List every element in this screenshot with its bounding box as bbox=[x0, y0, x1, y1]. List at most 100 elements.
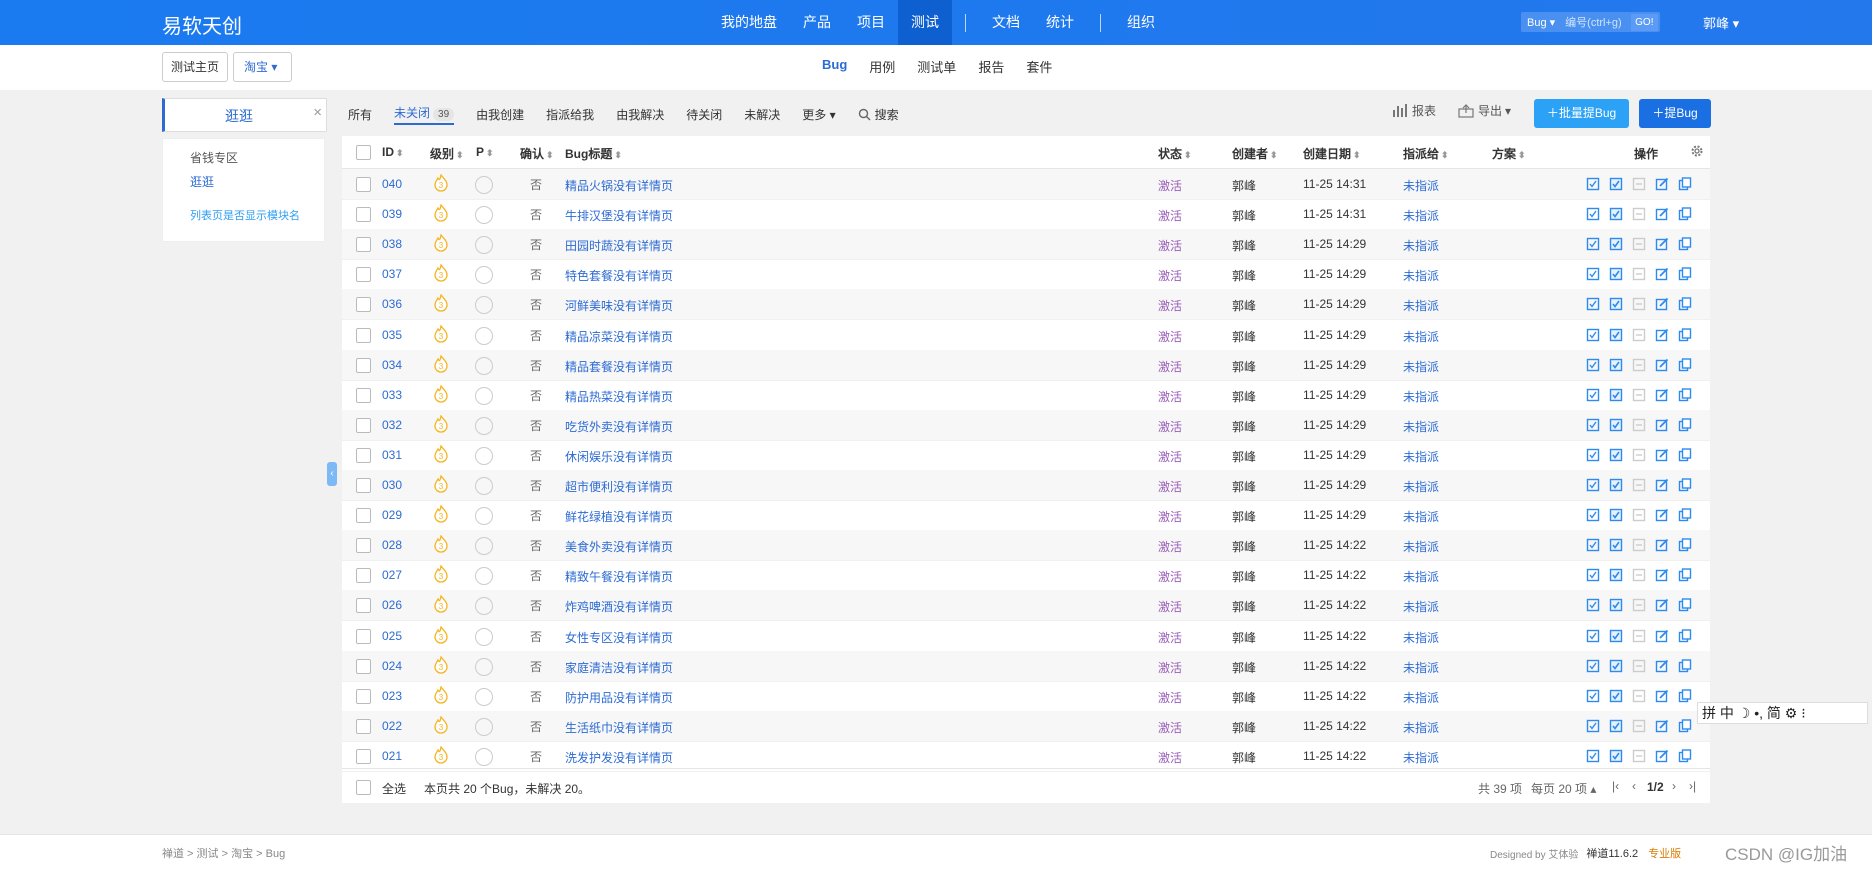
edit-icon[interactable] bbox=[1655, 598, 1669, 612]
confirm-icon[interactable] bbox=[1586, 388, 1600, 402]
bug-id-link[interactable]: 040 bbox=[382, 177, 402, 191]
close-bug-icon[interactable] bbox=[1632, 719, 1646, 733]
assign-to-link[interactable]: 未指派 bbox=[1403, 237, 1439, 254]
bottom-breadcrumb[interactable]: 禅道 > 测试 > 淘宝 > Bug bbox=[162, 845, 285, 861]
assign-to-link[interactable]: 未指派 bbox=[1403, 358, 1439, 375]
designed-by[interactable]: Designed by 艾体验 bbox=[1490, 846, 1578, 861]
confirm-icon[interactable] bbox=[1586, 629, 1600, 643]
col-resolution[interactable]: 方案 ⬍ bbox=[1492, 145, 1526, 162]
close-bug-icon[interactable] bbox=[1632, 328, 1646, 342]
copy-icon[interactable] bbox=[1678, 598, 1692, 612]
close-bug-icon[interactable] bbox=[1632, 418, 1646, 432]
search-button[interactable]: 搜索 bbox=[858, 106, 899, 123]
resolve-icon[interactable] bbox=[1609, 689, 1623, 703]
nav-item-5[interactable]: 统计 bbox=[1033, 0, 1087, 45]
row-checkbox[interactable] bbox=[356, 658, 371, 674]
edit-icon[interactable] bbox=[1655, 659, 1669, 673]
bug-title-link[interactable]: 女性专区没有详情页 bbox=[565, 629, 673, 646]
assign-to-link[interactable]: 未指派 bbox=[1403, 689, 1439, 706]
bug-title-link[interactable]: 防护用品没有详情页 bbox=[565, 689, 673, 706]
breadcrumb-test-home[interactable]: 测试主页 bbox=[162, 52, 229, 82]
copy-icon[interactable] bbox=[1678, 478, 1692, 492]
copy-icon[interactable] bbox=[1678, 297, 1692, 311]
col-severity[interactable]: 级别 ⬍ bbox=[430, 145, 464, 162]
copy-icon[interactable] bbox=[1678, 387, 1692, 402]
bug-id-link[interactable]: 038 bbox=[382, 237, 402, 251]
copy-icon[interactable] bbox=[1678, 327, 1692, 342]
edit-icon[interactable] bbox=[1655, 478, 1669, 492]
resolve-icon[interactable] bbox=[1609, 418, 1623, 432]
close-bug-icon[interactable] bbox=[1632, 207, 1646, 221]
close-bug-icon[interactable] bbox=[1632, 388, 1646, 402]
resolve-icon[interactable] bbox=[1609, 478, 1623, 492]
col-confirm[interactable]: 确认 ⬍ bbox=[520, 145, 554, 162]
copy-icon[interactable] bbox=[1678, 508, 1692, 522]
edit-icon[interactable] bbox=[1655, 418, 1669, 432]
brand-logo[interactable]: 易软天创 bbox=[162, 10, 242, 39]
edit-icon[interactable] bbox=[1655, 538, 1669, 552]
row-checkbox[interactable] bbox=[356, 387, 371, 403]
row-checkbox[interactable] bbox=[356, 267, 371, 283]
bug-title-link[interactable]: 吃货外卖没有详情页 bbox=[565, 418, 673, 435]
close-bug-icon[interactable] bbox=[1632, 237, 1646, 251]
resolve-icon[interactable] bbox=[1609, 538, 1623, 552]
resolve-icon[interactable] bbox=[1609, 598, 1623, 612]
copy-icon[interactable] bbox=[1678, 719, 1692, 733]
bug-title-link[interactable]: 洗发护发没有详情页 bbox=[565, 749, 673, 766]
bug-title-link[interactable]: 田园时蔬没有详情页 bbox=[565, 237, 673, 254]
edit-icon[interactable] bbox=[1655, 177, 1669, 191]
copy-icon[interactable] bbox=[1678, 568, 1692, 582]
edit-icon[interactable] bbox=[1655, 508, 1669, 522]
row-checkbox[interactable] bbox=[356, 327, 371, 343]
bug-title-link[interactable]: 精品热菜没有详情页 bbox=[565, 388, 673, 405]
next-page-icon[interactable]: › bbox=[1672, 779, 1676, 793]
assign-to-link[interactable]: 未指派 bbox=[1403, 328, 1439, 345]
confirm-icon[interactable] bbox=[1586, 328, 1600, 342]
row-checkbox[interactable] bbox=[356, 417, 371, 433]
row-checkbox[interactable] bbox=[356, 478, 371, 493]
edit-icon[interactable] bbox=[1655, 689, 1669, 703]
bug-id-link[interactable]: 037 bbox=[382, 267, 402, 281]
assign-to-link[interactable]: 未指派 bbox=[1403, 267, 1439, 284]
filter-unresolved[interactable]: 未解决 bbox=[744, 106, 780, 123]
col-title[interactable]: Bug标题 ⬍ bbox=[565, 145, 622, 162]
bug-id-link[interactable]: 027 bbox=[382, 568, 402, 582]
close-bug-icon[interactable] bbox=[1632, 598, 1646, 612]
resolve-icon[interactable] bbox=[1609, 388, 1623, 402]
confirm-icon[interactable] bbox=[1586, 358, 1600, 372]
bug-title-link[interactable]: 特色套餐没有详情页 bbox=[565, 267, 673, 284]
col-creator[interactable]: 创建者 ⬍ bbox=[1232, 145, 1278, 162]
col-priority[interactable]: P ⬍ bbox=[476, 145, 494, 159]
row-checkbox[interactable] bbox=[356, 508, 371, 524]
confirm-icon[interactable] bbox=[1586, 508, 1600, 522]
row-checkbox[interactable] bbox=[356, 598, 371, 614]
close-bug-icon[interactable] bbox=[1632, 177, 1646, 191]
edit-icon[interactable] bbox=[1655, 207, 1669, 221]
per-page-dropdown[interactable]: 每页 20 项 ▴ bbox=[1531, 780, 1596, 797]
confirm-icon[interactable] bbox=[1586, 749, 1600, 763]
row-checkbox[interactable] bbox=[356, 538, 371, 554]
resolve-icon[interactable] bbox=[1609, 448, 1623, 462]
assign-to-link[interactable]: 未指派 bbox=[1403, 749, 1439, 766]
copy-icon[interactable] bbox=[1678, 177, 1692, 191]
bug-id-link[interactable]: 039 bbox=[382, 207, 402, 221]
resolve-icon[interactable] bbox=[1609, 508, 1623, 522]
select-all-checkbox[interactable] bbox=[356, 780, 371, 795]
assign-to-link[interactable]: 未指派 bbox=[1403, 598, 1439, 615]
bug-id-link[interactable]: 033 bbox=[382, 388, 402, 402]
batch-create-bug-button[interactable]: ＋批量提Bug bbox=[1534, 99, 1629, 128]
copy-icon[interactable] bbox=[1678, 628, 1692, 643]
bug-title-link[interactable]: 牛排汉堡没有详情页 bbox=[565, 207, 673, 224]
bug-title-link[interactable]: 休闲娱乐没有详情页 bbox=[565, 448, 673, 465]
bug-title-link[interactable]: 鲜花绿植没有详情页 bbox=[565, 508, 673, 525]
edit-icon[interactable] bbox=[1655, 358, 1669, 372]
edit-icon[interactable] bbox=[1655, 568, 1669, 582]
col-status[interactable]: 状态 ⬍ bbox=[1158, 145, 1192, 162]
confirm-icon[interactable] bbox=[1586, 207, 1600, 221]
edit-icon[interactable] bbox=[1655, 237, 1669, 251]
assign-to-link[interactable]: 未指派 bbox=[1403, 538, 1439, 555]
bug-title-link[interactable]: 家庭清洁没有详情页 bbox=[565, 659, 673, 676]
filter-unclosed[interactable]: 未关闭 39 bbox=[394, 104, 455, 125]
bug-id-link[interactable]: 030 bbox=[382, 478, 402, 492]
copy-icon[interactable] bbox=[1678, 237, 1692, 251]
